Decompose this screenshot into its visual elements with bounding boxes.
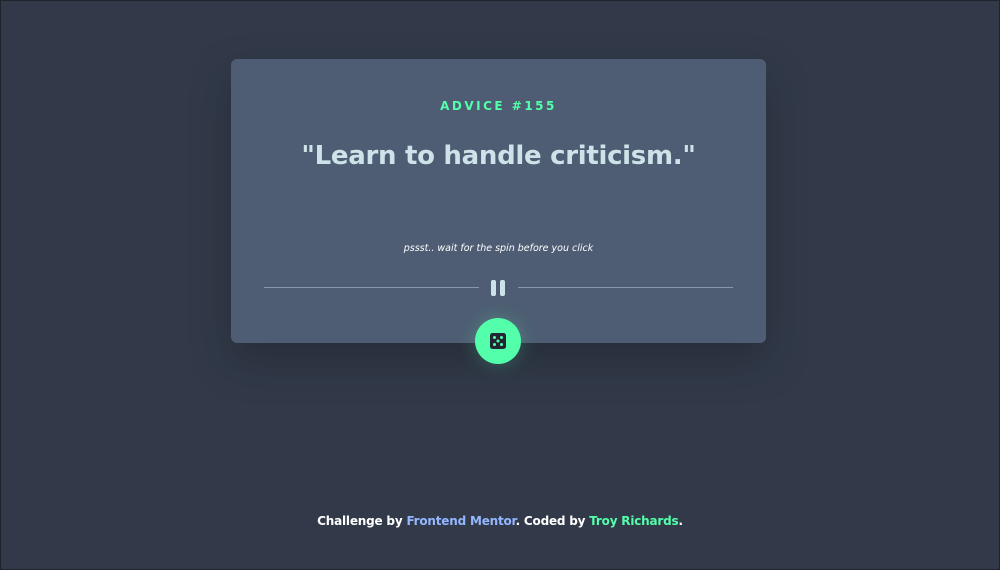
footer-suffix: .: [678, 514, 683, 528]
pause-bar-left: [491, 280, 496, 296]
footer-prefix: Challenge by: [317, 514, 407, 528]
advice-id: ADVICE #155: [440, 99, 557, 113]
advice-text: "Learn to handle criticism.": [301, 141, 696, 171]
attribution-footer: Challenge by Frontend Mentor. Coded by T…: [0, 514, 1000, 528]
divider-right: [518, 287, 733, 288]
spin-hint: pssst.. wait for the spin before you cli…: [403, 243, 594, 254]
pause-bar-right: [500, 280, 505, 296]
dice-icon: [490, 333, 506, 349]
author-link[interactable]: Troy Richards: [589, 514, 678, 528]
footer-middle: . Coded by: [515, 514, 590, 528]
new-advice-button[interactable]: [475, 318, 521, 364]
frontend-mentor-link[interactable]: Frontend Mentor: [406, 514, 515, 528]
divider-left: [264, 287, 479, 288]
pause-icon: [491, 280, 506, 296]
advice-card: ADVICE #155 "Learn to handle criticism."…: [231, 59, 766, 343]
